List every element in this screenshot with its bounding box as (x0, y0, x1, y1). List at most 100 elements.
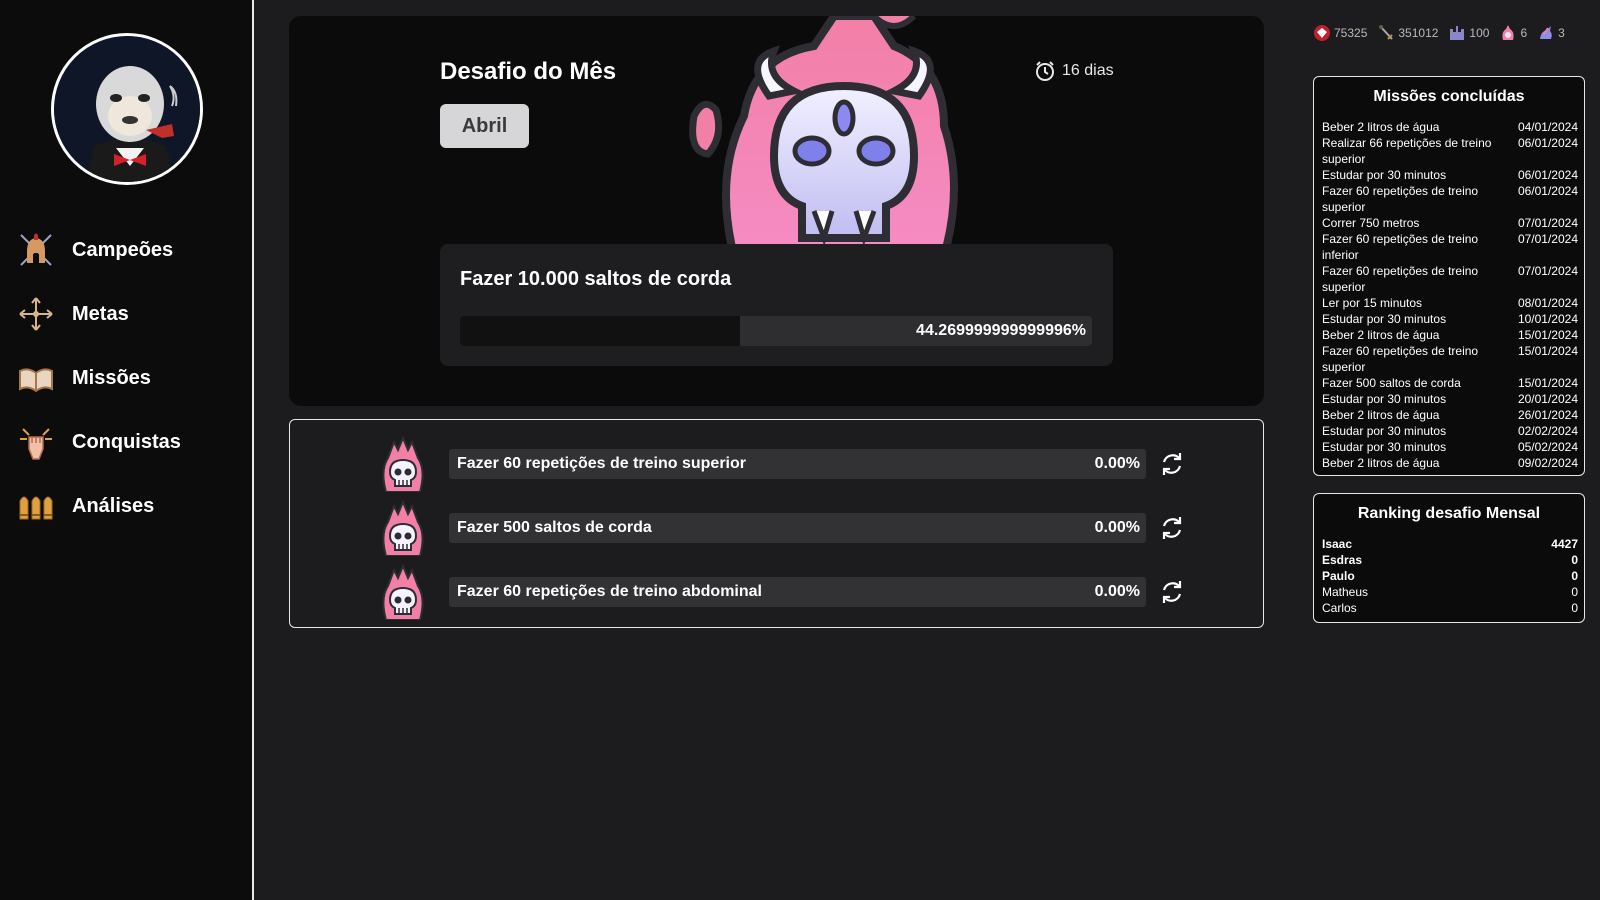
completed-mission-row: Fazer 60 repetições de treino superior 06… (1322, 183, 1578, 215)
castle-icon (1450, 26, 1465, 40)
completed-mission-name: Ler por 15 minutos (1322, 296, 1423, 310)
refresh-icon[interactable] (1158, 514, 1186, 542)
stat-flame-creature: 6 (1499, 24, 1527, 42)
sword-icon (1379, 25, 1394, 40)
stats-bar: 75325 351012 100 6 3 (1313, 24, 1575, 42)
monkey-gentleman-icon (54, 36, 200, 182)
completed-mission-date: 06/01/2024 (1517, 184, 1578, 198)
mission-row: Fazer 60 repetições de treino superior 0.… (290, 430, 1263, 494)
completed-mission-date: 06/01/2024 (1517, 168, 1578, 182)
completed-mission-name: Beber 2 litros de água (1322, 408, 1440, 422)
mission-progress-bar: Fazer 60 repetições de treino abdominal 0… (449, 577, 1146, 607)
completed-mission-row: Fazer 60 repetições de treino superior 15… (1322, 343, 1578, 375)
completed-mission-row: Realizar 66 repetições de treino superio… (1322, 135, 1578, 167)
completed-missions-card: Missões concluídas Beber 2 litros de águ… (1313, 76, 1585, 476)
completed-mission-date: 04/01/2024 (1517, 120, 1578, 134)
ranking-title: Ranking desafio Mensal (1357, 505, 1541, 522)
completed-mission-date: 07/01/2024 (1517, 264, 1578, 278)
completed-mission-name: Fazer 60 repetições de treino superior (1322, 264, 1479, 294)
completed-mission-name: Estudar por 30 minutos (1322, 424, 1447, 438)
ranking-row: Carlos 0 (1322, 600, 1578, 616)
spartan-helmet-icon (16, 230, 56, 270)
ranking-list: Isaac 4427 Esdras 0 Paulo 0 Matheus 0 Carlos 0 (1322, 536, 1578, 616)
stat-value: 6 (1520, 26, 1528, 40)
bullets-icon (16, 486, 56, 526)
stat-gems: 75325 (1313, 24, 1367, 42)
ranking-row: Esdras 0 (1322, 552, 1578, 568)
nav-label: Metas (72, 302, 129, 325)
open-book-icon (16, 358, 56, 398)
raised-fist-icon (16, 422, 56, 462)
nav-label: Missões (72, 366, 151, 389)
completed-mission-row: Fazer 60 repetições de treino inferior 07… (1322, 231, 1578, 263)
nav-item-metas[interactable]: Metas (0, 282, 252, 346)
goal-progress-bar: 44.269999999999996% (460, 316, 1092, 346)
goal-percent: 44.269999999999996% (916, 322, 1086, 339)
completed-mission-name: Fazer 60 repetições de treino superior (1322, 184, 1479, 214)
ranking-name: Paulo (1322, 569, 1355, 583)
mission-label: Fazer 60 repetições de treino superior (457, 455, 746, 472)
completed-mission-date: 08/01/2024 (1517, 296, 1578, 310)
stat-value: 75325 (1334, 26, 1368, 40)
completed-mission-name: Fazer 60 repetições de treino superior (1322, 344, 1479, 374)
refresh-icon[interactable] (1158, 578, 1186, 606)
completed-mission-date: 20/01/2024 (1517, 392, 1578, 406)
mission-progress-bar: Fazer 500 saltos de corda 0.00% (449, 513, 1146, 543)
nav-item-conquistas[interactable]: Conquistas (0, 410, 252, 474)
completed-mission-date: 15/01/2024 (1517, 344, 1578, 358)
ranking-card: Ranking desafio Mensal Isaac 4427 Esdras 0 P… (1313, 493, 1585, 623)
nav-item-analises[interactable]: Análises (0, 474, 252, 538)
completed-missions-list[interactable]: Beber 2 litros de água 04/01/2024 Realizar… (1322, 119, 1578, 471)
completed-mission-name: Beber 2 litros de água (1322, 328, 1440, 342)
flame-skull-icon (378, 563, 428, 621)
goal-progress-fill (460, 316, 740, 346)
completed-mission-date: 07/01/2024 (1517, 232, 1578, 246)
completed-mission-row: Beber 2 litros de água 15/01/2024 (1322, 327, 1578, 343)
completed-mission-row: Fazer 500 saltos de corda 15/01/2024 (1322, 375, 1578, 391)
completed-mission-row: Estudar por 30 minutos 05/02/2024 (1322, 439, 1578, 455)
completed-mission-date: 05/02/2024 (1517, 440, 1578, 454)
completed-mission-date: 15/01/2024 (1517, 376, 1578, 390)
refresh-icon[interactable] (1158, 450, 1186, 478)
monthly-challenge-panel: Desafio do Mês Abril 16 dias Fazer 10.00… (289, 16, 1264, 406)
completed-mission-name: Realizar 66 repetições de treino superio… (1322, 136, 1492, 166)
ranking-name: Isaac (1322, 537, 1353, 551)
mission-percent: 0.00% (1094, 519, 1140, 536)
ranking-row: Paulo 0 (1322, 568, 1578, 584)
mission-percent: 0.00% (1094, 583, 1140, 600)
completed-mission-name: Correr 750 metros (1322, 216, 1420, 230)
challenge-title: Desafio do Mês (440, 58, 617, 85)
ranking-score: 0 (1571, 601, 1578, 615)
stat-value: 3 (1558, 26, 1565, 40)
completed-missions-title: Missões concluídas (1373, 88, 1525, 105)
nav-item-missoes[interactable]: Missões (0, 346, 252, 410)
ranking-row: Isaac 4427 (1322, 536, 1578, 552)
completed-mission-date: 26/01/2024 (1517, 408, 1578, 422)
completed-mission-row: Correr 750 metros 07/01/2024 (1322, 215, 1578, 231)
main-nav: Campeões Metas Missões Conquistas Anális… (0, 218, 252, 538)
flame-skull-icon (378, 499, 428, 557)
completed-mission-date: 07/01/2024 (1517, 216, 1578, 230)
completed-mission-row: Beber 2 litros de água 09/02/2024 (1322, 455, 1578, 471)
mission-percent: 0.00% (1094, 455, 1140, 472)
gem-icon (1314, 25, 1330, 41)
sidebar: Campeões Metas Missões Conquistas Anális… (0, 0, 254, 900)
completed-mission-name: Fazer 500 saltos de corda (1322, 376, 1461, 390)
target-arrows-icon (16, 294, 56, 334)
completed-mission-row: Fazer 60 repetições de treino superior 07… (1322, 263, 1578, 295)
ranking-row: Matheus 0 (1322, 584, 1578, 600)
avatar[interactable] (51, 33, 203, 185)
flame-skull-monster-icon (689, 16, 958, 244)
ranking-score: 0 (1571, 569, 1578, 583)
completed-mission-name: Estudar por 30 minutos (1322, 168, 1447, 182)
nav-item-campeoes[interactable]: Campeões (0, 218, 252, 282)
timer-text: 16 dias (1062, 62, 1114, 79)
month-button[interactable]: Abril (440, 104, 529, 148)
mission-progress-bar: Fazer 60 repetições de treino superior 0.… (449, 449, 1146, 479)
completed-mission-row: Estudar por 30 minutos 02/02/2024 (1322, 423, 1578, 439)
completed-mission-row: Estudar por 30 minutos 10/01/2024 (1322, 311, 1578, 327)
completed-mission-name: Estudar por 30 minutos (1322, 392, 1447, 406)
ranking-score: 0 (1571, 585, 1578, 599)
nav-label: Campeões (72, 238, 174, 261)
ranking-name: Esdras (1322, 553, 1363, 567)
